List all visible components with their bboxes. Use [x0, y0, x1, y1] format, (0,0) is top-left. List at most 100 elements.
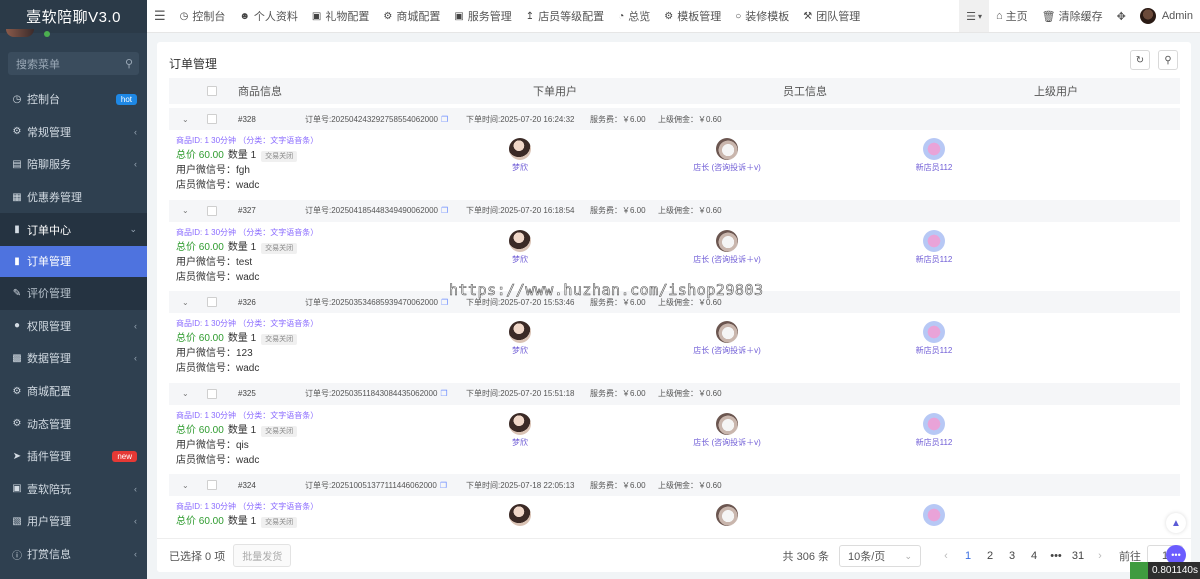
expand-icon: ✥: [1116, 10, 1126, 23]
rocket-icon: ➤: [12, 450, 22, 462]
staff-cell[interactable]: 店长 (咨询投诉＋v): [667, 321, 787, 356]
sidebar-item-reviews[interactable]: ✎ 评价管理: [0, 276, 147, 310]
tab-decoration[interactable]: ○ 装修模板: [728, 0, 796, 32]
service-fee: 服务费：￥6.00: [590, 480, 646, 490]
refresh-button[interactable]: ↻: [1130, 50, 1150, 70]
debug-logo: [1130, 562, 1148, 579]
bulk-ship-button[interactable]: 批量发货: [233, 544, 292, 567]
sidebar-item-dashboard[interactable]: ◷ 控制台 hot: [0, 83, 147, 116]
sidebar-item-permissions[interactable]: ● 权限管理 ‹: [0, 310, 147, 343]
chevron-down-icon[interactable]: ⌄: [182, 298, 189, 307]
tab-dropdown-button[interactable]: ☰ ▾: [959, 0, 989, 32]
row-checkbox[interactable]: [207, 114, 217, 124]
copy-icon[interactable]: ❐: [441, 298, 448, 307]
sidebar-item-play[interactable]: ▣ 壹软陪玩 ‹: [0, 473, 147, 506]
bell-float-button[interactable]: ▲: [1166, 513, 1186, 533]
sidebar: 壹软陪聊V3.0 搜索菜单 ⚲ ◷ 控制台 hot ⚙ 常规管理 ‹ ▤ 陪聊服务 ‹ ▦ 优…: [0, 0, 147, 579]
select-all-checkbox[interactable]: [207, 86, 217, 96]
user-avatar: [6, 29, 34, 37]
order-number: 订单号:202510051377111446062000 ❐: [305, 480, 447, 490]
staff-avatar: [716, 504, 738, 526]
staff-cell[interactable]: 店长 (咨询投诉＋v): [667, 138, 787, 173]
chevron-down-icon[interactable]: ⌄: [182, 206, 189, 215]
list-icon: ☰: [966, 10, 976, 23]
buyer-cell[interactable]: [460, 504, 580, 528]
page-ellipsis[interactable]: •••: [1045, 550, 1067, 562]
sidebar-item-order-management[interactable]: ▮ 订单管理: [0, 245, 147, 277]
tab-overview[interactable]: ◔ 总览: [611, 0, 657, 32]
sidebar-item-plugins[interactable]: ➤ 插件管理 new: [0, 440, 147, 473]
staff-cell[interactable]: 店长 (咨询投诉＋v): [667, 229, 787, 265]
fullscreen-button[interactable]: ✥: [1110, 0, 1133, 32]
page-2[interactable]: 2: [979, 550, 1001, 562]
upline-cell[interactable]: [874, 504, 994, 528]
pie-icon: ◔: [618, 10, 625, 22]
next-page-button[interactable]: ›: [1089, 550, 1111, 562]
search-button[interactable]: ⚲: [1158, 50, 1178, 70]
tab-profile[interactable]: ☻ 个人资料: [232, 0, 305, 32]
upline-commission: 上级佣金：￥0.60: [658, 114, 722, 124]
chevron-down-icon: ⌄: [904, 550, 912, 561]
user-wechat: 用户微信号：123: [176, 348, 253, 359]
staff-cell[interactable]: 店长 (咨询投诉＋v): [667, 412, 787, 448]
upline-cell[interactable]: 新店员112: [874, 321, 994, 356]
prev-page-button[interactable]: ‹: [935, 550, 957, 562]
chevron-down-icon[interactable]: ⌄: [182, 481, 189, 490]
sidebar-item-mall-config[interactable]: ⚙ 商城配置: [0, 375, 147, 408]
page-31[interactable]: 31: [1067, 550, 1089, 562]
tab-staff-level[interactable]: ↥ 店员等级配置: [519, 0, 611, 32]
sidebar-item-moments[interactable]: ⚙ 动态管理: [0, 407, 147, 440]
upline-cell[interactable]: 新店员112: [874, 229, 994, 265]
hot-badge: hot: [115, 93, 137, 105]
order-id: #328: [238, 114, 256, 124]
chevron-down-icon[interactable]: ⌄: [182, 389, 189, 398]
tab-dashboard[interactable]: ◷ 控制台: [173, 0, 233, 32]
page-1[interactable]: 1: [957, 550, 979, 562]
tab-team[interactable]: ⚒ 团队管理: [796, 0, 867, 32]
copy-icon[interactable]: ❐: [441, 115, 448, 124]
page-3[interactable]: 3: [1001, 550, 1023, 562]
row-checkbox[interactable]: [207, 205, 217, 216]
admin-menu[interactable]: Admin: [1133, 0, 1200, 32]
page-size-select[interactable]: 10条/页 ⌄: [839, 545, 921, 567]
page-4[interactable]: 4: [1023, 550, 1045, 562]
tab-gift-config[interactable]: ▣ 礼物配置: [305, 0, 376, 32]
row-checkbox[interactable]: [207, 388, 217, 399]
buyer-name: 梦欣: [512, 163, 528, 172]
sidebar-item-data[interactable]: ▩ 数据管理 ‹: [0, 342, 147, 375]
order-body: 商品ID: 1 30分钟 （分类：文字语音条） 总价 60.00 数量 1 交易关闭用…: [169, 405, 1180, 474]
home-button[interactable]: ⌂ 主页: [989, 0, 1035, 32]
staff-cell[interactable]: [667, 504, 787, 528]
order-id: #325: [238, 389, 256, 398]
header-product: 商品信息: [238, 86, 282, 98]
buyer-cell[interactable]: 梦欣: [460, 138, 580, 173]
sidebar-item-order-center[interactable]: ▮ 订单中心 ⌄: [0, 213, 147, 246]
chevron-down-icon[interactable]: ⌄: [182, 115, 189, 124]
copy-icon[interactable]: ❐: [440, 481, 447, 490]
clear-cache-button[interactable]: 🗑 清除缓存: [1035, 0, 1110, 32]
sidebar-item-tips[interactable]: ⓘ 打赏信息 ‹: [0, 538, 147, 571]
menu-search[interactable]: 搜索菜单 ⚲: [8, 52, 139, 75]
sidebar-item-coupons[interactable]: ▦ 优惠券管理: [0, 181, 147, 214]
menu-toggle-button[interactable]: ☰: [147, 0, 173, 32]
upline-avatar: [923, 229, 945, 252]
tab-mall-config[interactable]: ⚙ 商城配置: [376, 0, 447, 32]
sidebar-item-users[interactable]: ▧ 用户管理 ‹: [0, 505, 147, 538]
row-checkbox[interactable]: [207, 480, 217, 490]
buyer-name: 梦欣: [512, 254, 528, 264]
copy-icon[interactable]: ❐: [441, 206, 448, 215]
upline-cell[interactable]: 新店员112: [874, 138, 994, 173]
home-icon: ⌂: [995, 10, 1003, 22]
copy-icon[interactable]: ❐: [440, 389, 447, 398]
buyer-cell[interactable]: 梦欣: [460, 412, 580, 448]
order-total: 总价 60.00: [176, 333, 224, 344]
tab-service-management[interactable]: ▣ 服务管理: [447, 0, 518, 32]
sidebar-item-chat-service[interactable]: ▤ 陪聊服务 ‹: [0, 148, 147, 181]
tab-template[interactable]: ⚙ 模板管理: [657, 0, 728, 32]
row-checkbox[interactable]: [207, 297, 217, 307]
sidebar-item-general[interactable]: ⚙ 常规管理 ‹: [0, 116, 147, 149]
buyer-cell[interactable]: 梦欣: [460, 229, 580, 265]
buyer-cell[interactable]: 梦欣: [460, 321, 580, 356]
upline-cell[interactable]: 新店员112: [874, 412, 994, 448]
order-id: #327: [238, 206, 256, 215]
